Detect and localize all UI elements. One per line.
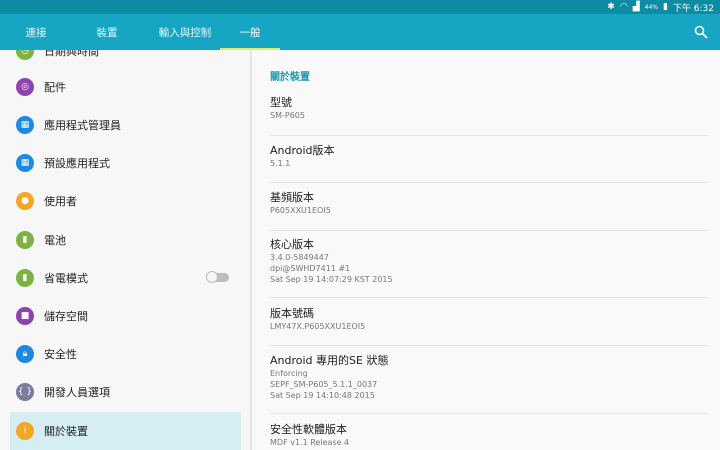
sidebar-item-label: 安全性 — [44, 348, 77, 361]
sidebar-item-accessories[interactable]: ◎ 配件 — [10, 68, 241, 106]
battery-percent: 44% — [644, 3, 658, 11]
battery-icon: ▮ — [662, 2, 668, 12]
info-value: SEPF_SM-P605_5.1.1_0037 — [270, 380, 378, 389]
tab-device[interactable]: 裝置 — [72, 14, 142, 50]
sidebar-item-app-manager[interactable]: ▦ 應用程式管理員 — [10, 106, 241, 144]
info-value: Sat Sep 19 14:10:48 2015 — [270, 391, 375, 400]
info-title: 型號 — [270, 96, 292, 109]
info-title: 核心版本 — [270, 238, 314, 251]
settings-sidebar: ◷ 日期與時間 ◎ 配件 ▦ 應用程式管理員 ▦ 預設應用程式 ● 使用者 ▮ … — [0, 50, 250, 450]
tab-connections[interactable]: 連接 — [0, 14, 72, 50]
storage-icon: ■ — [16, 307, 34, 325]
apps-icon: ▦ — [16, 116, 34, 134]
info-title: Android版本 — [270, 144, 335, 157]
info-se-status[interactable]: Android 專用的SE 狀態 Enforcing SEPF_SM-P605_… — [270, 354, 708, 414]
info-value: P605XXU1EOI5 — [270, 206, 331, 215]
sidebar-item-label: 電池 — [44, 234, 66, 247]
clock-icon: ◷ — [16, 50, 34, 60]
info-title: Android 專用的SE 狀態 — [270, 354, 389, 367]
sidebar-item-developer-options[interactable]: { } 開發人員選項 — [10, 373, 241, 411]
info-model[interactable]: 型號 SM-P605 — [270, 96, 708, 136]
bluetooth-icon: ✱ — [607, 2, 615, 12]
tab-bar: 連接 裝置 輸入與控制 一般 — [0, 14, 720, 50]
info-kernel-version[interactable]: 核心版本 3.4.0-5849447 dpi@SWHD7411 #1 Sat S… — [270, 238, 708, 298]
sidebar-item-battery[interactable]: ▮ 電池 — [10, 221, 241, 259]
battery-icon: ▮ — [16, 231, 34, 249]
sidebar-item-about-device[interactable]: i 關於裝置 — [10, 412, 241, 450]
sidebar-item-date-time[interactable]: ◷ 日期與時間 — [10, 50, 241, 70]
status-bar: ✱ ◠ ▟ 44% ▮ 下午 6:32 — [0, 0, 720, 14]
sidebar-item-label: 使用者 — [44, 195, 77, 208]
power-saving-icon: ▮ — [16, 269, 34, 287]
sidebar-item-label: 應用程式管理員 — [44, 119, 121, 132]
info-value: 5.1.1 — [270, 159, 291, 168]
sidebar-item-security[interactable]: 🔒︎ 安全性 — [10, 335, 241, 373]
clock-time: 下午 6:32 — [672, 3, 714, 14]
wifi-icon: ◠ — [619, 2, 628, 12]
info-title: 安全性軟體版本 — [270, 423, 347, 436]
info-security-software-version[interactable]: 安全性軟體版本 MDF v1.1 Release 4 — [270, 423, 708, 450]
sidebar-item-label: 預設應用程式 — [44, 157, 110, 170]
info-build-number[interactable]: 版本號碼 LMY47X.P605XXU1EOI5 — [270, 307, 708, 346]
tab-general[interactable]: 一般 — [220, 14, 280, 50]
sidebar-item-users[interactable]: ● 使用者 — [10, 182, 241, 220]
search-icon[interactable] — [694, 25, 708, 39]
info-value: 3.4.0-5849447 — [270, 253, 329, 262]
user-icon: ● — [16, 192, 34, 210]
info-icon: i — [16, 422, 34, 440]
lock-icon: 🔒︎ — [16, 345, 34, 363]
sidebar-item-label: 開發人員選項 — [44, 386, 110, 399]
info-value: LMY47X.P605XXU1EOI5 — [270, 322, 366, 331]
info-value: Enforcing — [270, 369, 308, 378]
info-title: 基頻版本 — [270, 191, 314, 204]
info-baseband-version[interactable]: 基頻版本 P605XXU1EOI5 — [270, 191, 708, 231]
sidebar-item-label: 省電模式 — [44, 272, 88, 285]
sidebar-item-storage[interactable]: ■ 儲存空間 — [10, 297, 241, 335]
sidebar-item-power-saving[interactable]: ▮ 省電模式 — [10, 259, 241, 297]
signal-icon: ▟ — [632, 2, 640, 12]
section-header: 關於裝置 — [270, 72, 310, 83]
sidebar-item-label: 日期與時間 — [44, 50, 99, 58]
sidebar-item-label: 配件 — [44, 81, 66, 94]
sidebar-item-label: 儲存空間 — [44, 310, 88, 323]
info-title: 版本號碼 — [270, 307, 314, 320]
tab-input-control[interactable]: 輸入與控制 — [142, 14, 228, 50]
info-value: Sat Sep 19 14:07:29 KST 2015 — [270, 275, 393, 284]
info-value: SM-P605 — [270, 111, 305, 120]
info-value: dpi@SWHD7411 #1 — [270, 264, 351, 273]
sidebar-item-default-apps[interactable]: ▦ 預設應用程式 — [10, 144, 241, 182]
info-android-version[interactable]: Android版本 5.1.1 — [270, 144, 708, 183]
default-apps-icon: ▦ — [16, 154, 34, 172]
sidebar-item-label: 關於裝置 — [44, 425, 88, 438]
developer-icon: { } — [16, 383, 34, 401]
power-saving-toggle[interactable] — [206, 271, 229, 283]
info-value: MDF v1.1 Release 4 — [270, 438, 350, 447]
about-device-panel: 關於裝置 型號 SM-P605 Android版本 5.1.1 基頻版本 P60… — [252, 50, 720, 450]
accessory-icon: ◎ — [16, 78, 34, 96]
